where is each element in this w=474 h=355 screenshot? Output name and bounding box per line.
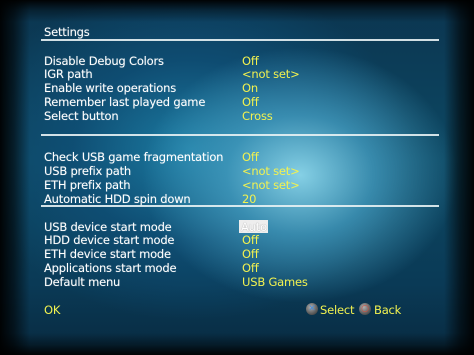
ok-button[interactable]: OK [44, 304, 60, 317]
setting-value[interactable]: Off [242, 262, 259, 275]
setting-label: Select button [44, 109, 119, 123]
divider-section-1 [41, 134, 439, 136]
divider-section-2 [41, 205, 439, 207]
back-label: Back [374, 303, 402, 317]
setting-value[interactable]: Off [242, 234, 259, 247]
setting-value[interactable]: <not set> [242, 68, 300, 81]
setting-value[interactable]: Off [242, 96, 259, 109]
setting-label: HDD device start mode [44, 233, 175, 247]
setting-label: Enable write operations [44, 81, 177, 95]
setting-value[interactable]: Cross [242, 110, 273, 123]
page-title: Settings [44, 25, 90, 39]
select-label: Select [320, 303, 355, 317]
setting-label: Remember last played game [44, 95, 206, 109]
setting-label: Default menu [44, 275, 121, 289]
setting-value[interactable]: <not set> [242, 179, 300, 192]
setting-label: Check USB game fragmentation [44, 150, 224, 164]
setting-value[interactable]: USB Games [242, 276, 308, 289]
setting-label: IGR path [44, 67, 93, 81]
setting-label: ETH device start mode [44, 247, 171, 261]
setting-value[interactable]: On [242, 82, 258, 95]
divider-top [41, 39, 439, 41]
setting-value[interactable]: <not set> [242, 165, 300, 178]
setting-label: ETH prefix path [44, 178, 131, 192]
setting-value[interactable]: Off [242, 248, 259, 261]
cross-button-icon: ✕ [306, 303, 318, 315]
setting-value[interactable]: Off [242, 151, 259, 164]
setting-label: USB prefix path [44, 164, 131, 178]
settings-screen: Settings Disable Debug Colors Off IGR pa… [0, 0, 474, 355]
setting-label: Applications start mode [44, 261, 177, 275]
circle-button-icon: ○ [359, 303, 371, 315]
